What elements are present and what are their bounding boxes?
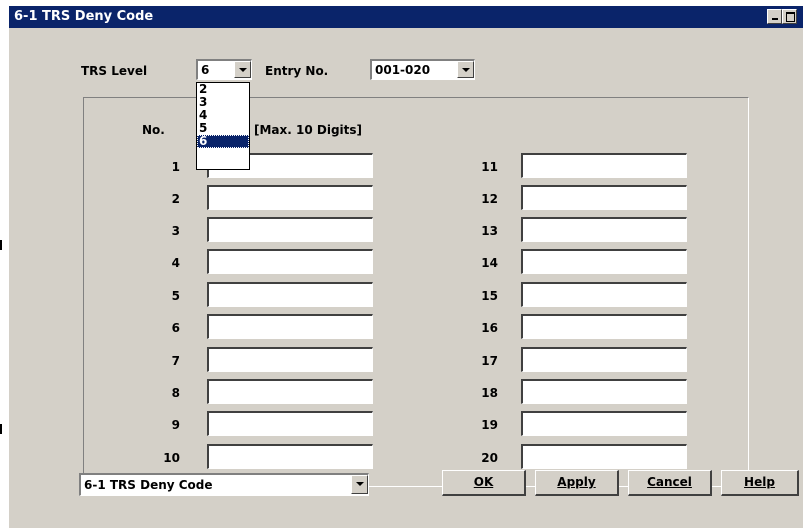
ok-button-label: OK	[473, 475, 494, 489]
deny-code-field-13[interactable]	[521, 217, 687, 242]
deny-code-field-16[interactable]	[521, 314, 687, 339]
trs-level-select[interactable]: 6	[196, 59, 252, 80]
cancel-button[interactable]: Cancel	[628, 470, 712, 496]
row-label: 8	[171, 386, 180, 400]
row-label: 7	[171, 354, 180, 368]
page-nav-value: 6-1 TRS Deny Code	[84, 478, 213, 492]
row-label: 12	[481, 192, 498, 206]
row-label: 10	[163, 451, 180, 465]
deny-code-field-14[interactable]	[521, 249, 687, 274]
deny-code-field-18[interactable]	[521, 379, 687, 404]
max-digits-header: [Max. 10 Digits]	[254, 123, 363, 137]
row-label: 4	[171, 256, 180, 270]
deny-code-field-3[interactable]	[207, 217, 373, 242]
dropdown-option-selected[interactable]: 6	[197, 135, 249, 148]
row-label: 3	[171, 224, 180, 238]
row-label: 13	[481, 224, 498, 238]
row-label: 17	[481, 354, 498, 368]
deny-code-field-19[interactable]	[521, 411, 687, 436]
page-nav-select[interactable]: 6-1 TRS Deny Code	[79, 473, 369, 496]
chevron-down-icon[interactable]	[351, 475, 368, 494]
row-label: 9	[171, 418, 180, 432]
chevron-down-icon[interactable]	[457, 61, 474, 78]
deny-code-field-15[interactable]	[521, 282, 687, 307]
entry-no-label: Entry No.	[265, 64, 329, 78]
row-label: 15	[481, 289, 498, 303]
row-label: 6	[171, 321, 180, 335]
row-label: 1	[171, 160, 180, 174]
deny-code-field-6[interactable]	[207, 314, 373, 339]
deny-code-field-10[interactable]	[207, 444, 373, 469]
edge-mark	[0, 424, 2, 434]
deny-code-field-20[interactable]	[521, 444, 687, 469]
row-label: 16	[481, 321, 498, 335]
row-label: 5	[171, 289, 180, 303]
row-label: 18	[481, 386, 498, 400]
entry-no-select[interactable]: 001-020	[370, 59, 475, 80]
deny-code-field-9[interactable]	[207, 411, 373, 436]
deny-code-field-7[interactable]	[207, 347, 373, 372]
no-column-header: No.	[142, 123, 165, 137]
trs-level-value: 6	[201, 63, 210, 77]
row-label: 20	[481, 451, 498, 465]
row-label: 14	[481, 256, 498, 270]
row-label: 19	[481, 418, 498, 432]
deny-code-field-4[interactable]	[207, 249, 373, 274]
row-label: 2	[171, 192, 180, 206]
dialog-window: 6-1 TRS Deny Code TRS Level 6 Entry No. …	[9, 6, 803, 528]
row-label: 11	[481, 160, 498, 174]
chevron-down-icon[interactable]	[234, 61, 251, 78]
maximize-icon[interactable]	[782, 9, 797, 24]
trs-level-dropdown-list: 2 3 4 5 6	[196, 82, 250, 170]
title-bar: 6-1 TRS Deny Code	[9, 6, 803, 28]
minimize-icon[interactable]	[767, 9, 782, 24]
help-button[interactable]: Help	[721, 470, 799, 496]
edge-mark	[0, 240, 2, 250]
apply-button[interactable]: Apply	[535, 470, 619, 496]
deny-code-field-11[interactable]	[521, 153, 687, 178]
deny-code-field-2[interactable]	[207, 185, 373, 210]
deny-code-field-17[interactable]	[521, 347, 687, 372]
trs-level-label: TRS Level	[81, 64, 148, 78]
deny-code-field-8[interactable]	[207, 379, 373, 404]
deny-code-field-5[interactable]	[207, 282, 373, 307]
ok-button[interactable]: OK	[442, 470, 526, 496]
cancel-button-label: Cancel	[647, 475, 692, 489]
apply-button-label: Apply	[557, 475, 596, 489]
help-button-label: Help	[744, 475, 775, 489]
window-title: 6-1 TRS Deny Code	[14, 9, 154, 24]
deny-code-field-12[interactable]	[521, 185, 687, 210]
entry-no-value: 001-020	[375, 63, 431, 77]
